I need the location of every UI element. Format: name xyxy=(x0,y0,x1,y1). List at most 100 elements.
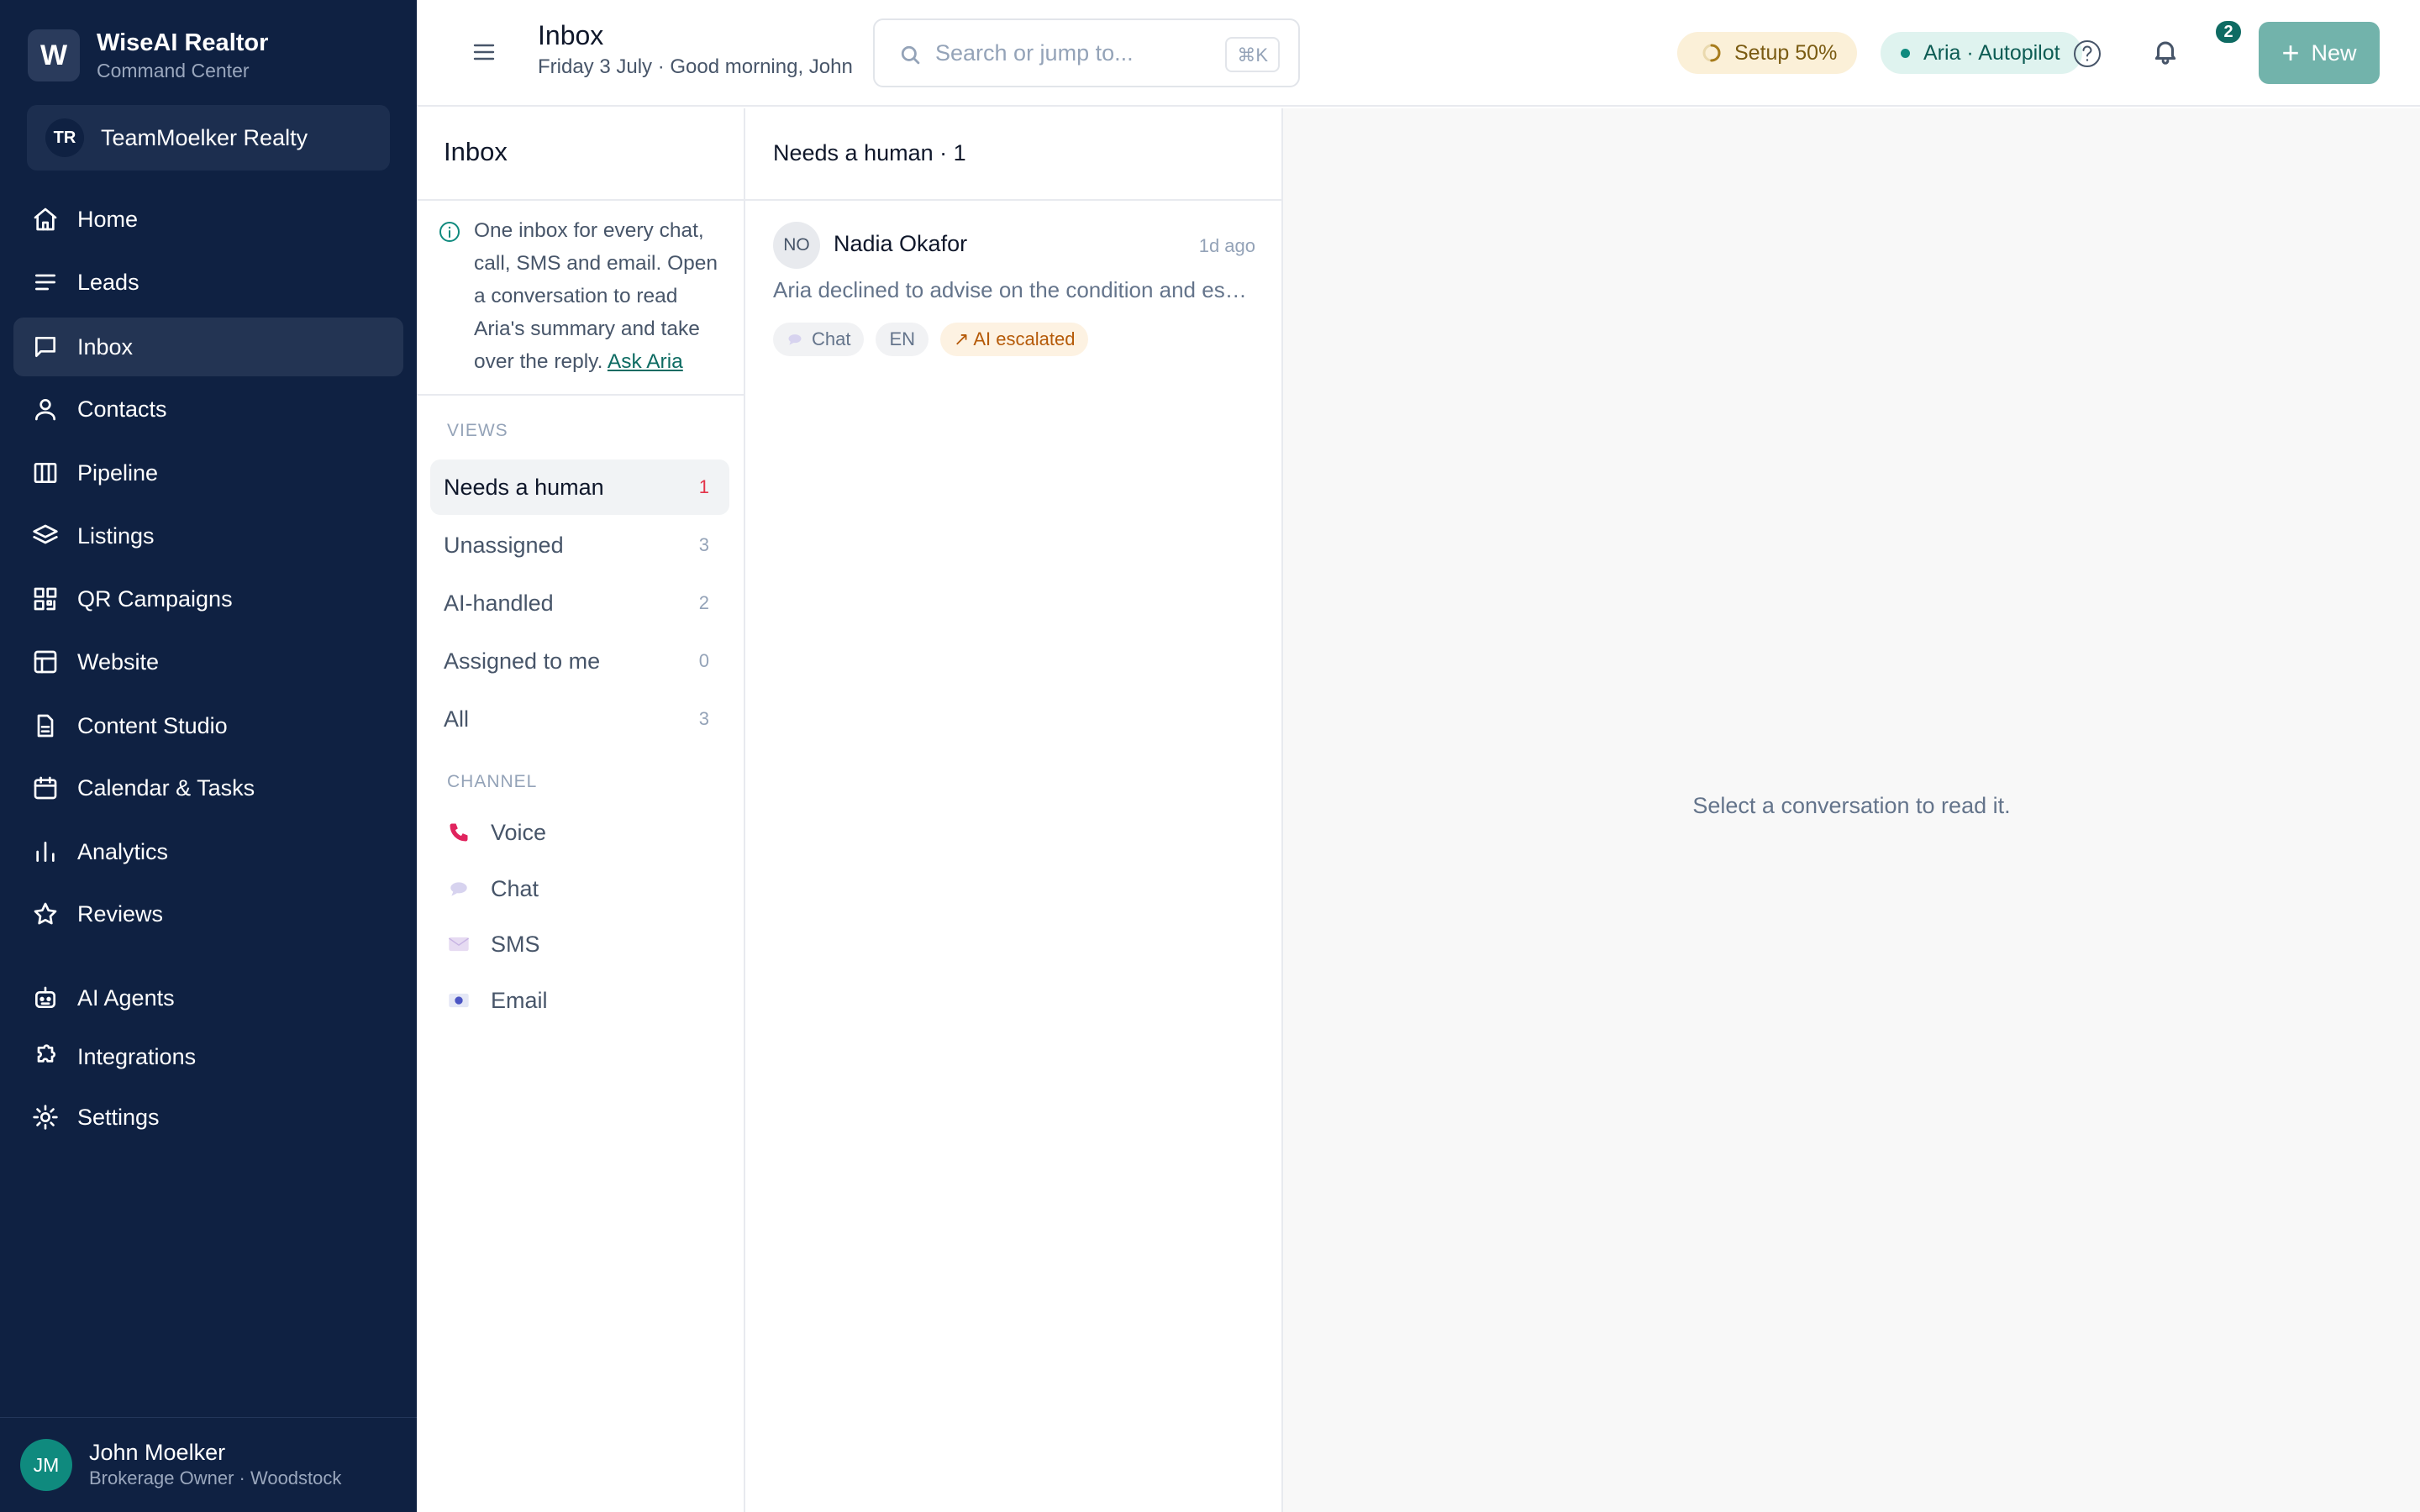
info-icon xyxy=(437,219,462,244)
sidebar-item-label: Settings xyxy=(77,1104,160,1130)
inbox-views-panel: Inbox One inbox for every chat, call, SM… xyxy=(417,108,745,1512)
brand-text: WiseAI Realtor Command Center xyxy=(97,28,268,83)
sidebar-item-contacts[interactable]: Contacts xyxy=(13,380,403,438)
page-title: Inbox xyxy=(538,20,604,50)
view-assigned-to-me[interactable]: Assigned to me 0 xyxy=(430,633,729,689)
bot-icon xyxy=(35,986,55,1008)
sidebar-item-pipeline[interactable]: Pipeline xyxy=(13,444,403,502)
brand-subtitle: Command Center xyxy=(97,60,250,81)
settings-icon xyxy=(33,1105,58,1130)
sidebar-item-qr-campaigns[interactable]: QR Campaigns xyxy=(13,570,403,628)
brand-logo: W xyxy=(28,29,80,81)
list-heading: Needs a human · 1 xyxy=(773,140,966,165)
user-icon xyxy=(35,399,55,421)
sidebar-item-website[interactable]: Website xyxy=(13,633,403,691)
view-all[interactable]: All 3 xyxy=(430,691,729,747)
view-count: 3 xyxy=(698,534,709,555)
menu-toggle-button[interactable] xyxy=(471,39,497,66)
brand-name: WiseAI Realtor xyxy=(97,29,269,56)
notification-count-badge: 2 xyxy=(2213,18,2244,45)
avatar: JM xyxy=(20,1439,72,1491)
sidebar-item-label: Pipeline xyxy=(77,459,159,486)
page-subtitle: Friday 3 July · Good morning, John xyxy=(538,55,853,78)
inbox-info-box: One inbox for every chat, call, SMS and … xyxy=(437,214,731,378)
setup-progress-button[interactable]: Setup 50% xyxy=(1677,32,1858,74)
home-icon xyxy=(34,207,57,231)
sidebar-item-label: Listings xyxy=(77,522,155,549)
ask-aria-link[interactable]: Ask Aria xyxy=(608,350,683,373)
plus-icon: + xyxy=(2281,35,2300,70)
sidebar-item-label: Inbox xyxy=(77,333,134,360)
view-unassigned[interactable]: Unassigned 3 xyxy=(430,517,729,573)
conversation-tags: Chat EN ↗ AI escalated xyxy=(773,323,1100,356)
sidebar-item-settings[interactable]: Settings xyxy=(13,1088,403,1147)
bar-chart-icon xyxy=(36,842,55,862)
notifications-button[interactable] xyxy=(2151,37,2185,71)
sidebar-item-content-studio[interactable]: Content Studio xyxy=(13,696,403,755)
sidebar-item-label: Reviews xyxy=(77,900,164,927)
star-icon xyxy=(34,902,57,925)
channel-chat[interactable]: Chat xyxy=(447,868,539,910)
calendar-icon xyxy=(34,776,57,800)
sidebar-item-reviews[interactable]: Reviews xyxy=(13,885,403,943)
sidebar-item-label: Contacts xyxy=(77,396,167,422)
sidebar-item-calendar-tasks[interactable]: Calendar & Tasks xyxy=(13,759,403,817)
help-button[interactable] xyxy=(2070,37,2104,71)
phone-icon xyxy=(447,821,471,844)
sms-icon xyxy=(447,932,471,956)
channel-sms[interactable]: SMS xyxy=(447,923,540,965)
inbox-info-text: One inbox for every chat, call, SMS and … xyxy=(474,214,731,378)
team-badge: TR xyxy=(45,118,84,157)
search-placeholder: Search or jump to... xyxy=(935,40,1134,66)
channel-label: Voice xyxy=(491,819,547,845)
sidebar-item-inbox[interactable]: Inbox xyxy=(13,318,403,376)
help-circle-icon xyxy=(2074,40,2101,67)
inbox-panel-title: Inbox xyxy=(444,137,508,166)
conversation-list-panel: Needs a human · 1 NO Nadia Okafor 1d ago… xyxy=(745,108,1283,1512)
list-header: Needs a human · 1 xyxy=(745,108,1281,201)
sidebar-item-integrations[interactable]: Integrations xyxy=(13,1027,403,1086)
channel-voice[interactable]: Voice xyxy=(447,811,546,853)
aria-autopilot-toggle[interactable]: Aria · Autopilot xyxy=(1881,32,2082,74)
new-button[interactable]: + New xyxy=(2259,22,2380,84)
sidebar-item-home[interactable]: Home xyxy=(13,190,403,249)
view-count: 3 xyxy=(698,708,709,729)
sidebar-item-label: Content Studio xyxy=(77,712,228,738)
team-name: TeamMoelker Realty xyxy=(101,124,308,150)
sidebar-item-label: AI Agents xyxy=(77,984,175,1011)
brand[interactable]: W WiseAI Realtor Command Center xyxy=(28,28,268,83)
sidebar-item-label: Analytics xyxy=(77,838,169,864)
search-icon xyxy=(898,43,922,66)
view-label: Unassigned xyxy=(444,532,564,558)
language-tag: EN xyxy=(876,323,929,356)
empty-state-message: Select a conversation to read it. xyxy=(1692,793,2011,818)
sidebar-item-ai-agents[interactable]: AI Agents xyxy=(13,969,403,1027)
view-count: 2 xyxy=(698,592,709,613)
conversation-time: 1d ago xyxy=(1198,235,1255,256)
search-shortcut: ⌘K xyxy=(1225,37,1280,72)
file-text-icon xyxy=(37,714,54,738)
sidebar-item-label: Calendar & Tasks xyxy=(77,774,255,801)
team-switcher[interactable]: TR TeamMoelker Realty xyxy=(27,105,390,171)
new-button-label: New xyxy=(2311,39,2357,66)
email-icon xyxy=(447,989,471,1012)
columns-icon xyxy=(34,463,57,483)
conversation-item[interactable]: NO Nadia Okafor 1d ago Aria declined to … xyxy=(773,222,1255,365)
sidebar-item-leads[interactable]: Leads xyxy=(13,253,403,312)
channel-email[interactable]: Email xyxy=(447,979,548,1021)
channel-tag: Chat xyxy=(773,323,865,356)
channel-label: Email xyxy=(491,987,548,1013)
view-label: AI-handled xyxy=(444,590,554,616)
sidebar-item-analytics[interactable]: Analytics xyxy=(13,822,403,881)
view-needs-a-human[interactable]: Needs a human 1 xyxy=(430,459,729,515)
sidebar-item-listings[interactable]: Listings xyxy=(13,507,403,565)
contact-name: Nadia Okafor xyxy=(834,231,968,256)
view-count: 0 xyxy=(698,650,709,671)
view-ai-handled[interactable]: AI-handled 2 xyxy=(430,575,729,631)
search-input[interactable]: Search or jump to... ⌘K xyxy=(873,18,1300,87)
user-profile[interactable]: JM John Moelker Brokerage Owner · Woodst… xyxy=(0,1417,417,1512)
user-role: Brokerage Owner · Woodstock xyxy=(89,1467,342,1488)
layers-icon xyxy=(33,524,58,544)
divider xyxy=(417,394,744,396)
speech-bubble-icon xyxy=(447,877,471,900)
